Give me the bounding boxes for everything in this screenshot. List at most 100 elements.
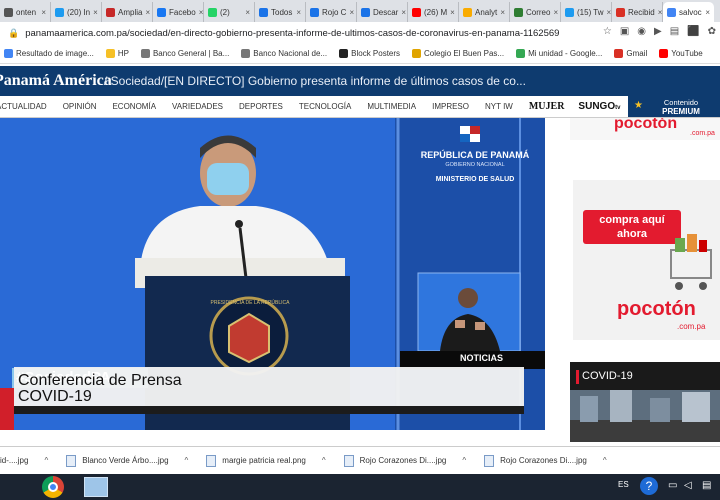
nav-item[interactable]: NYT IW xyxy=(485,102,513,111)
tab-label: Amplia xyxy=(118,7,143,17)
nav-item[interactable]: TECNOLOGÍA xyxy=(299,102,351,111)
extension-icon[interactable]: ▤ xyxy=(670,26,679,37)
nav-item[interactable]: DEPORTES xyxy=(239,102,283,111)
nav-item[interactable]: MULTIMEDIA xyxy=(367,102,416,111)
close-icon[interactable]: × xyxy=(500,8,505,17)
browser-tab[interactable]: (15) Tw × xyxy=(561,2,612,22)
download-item[interactable]: Rojo Corazones Di....jpg ^ xyxy=(343,454,466,467)
close-icon[interactable]: × xyxy=(296,8,301,17)
breadcrumb: / Sociedad/[EN DIRECTO] Gobierno present… xyxy=(104,74,526,88)
close-icon[interactable]: × xyxy=(705,8,710,17)
nav-item[interactable]: VARIEDADES xyxy=(172,102,223,111)
browser-tab[interactable]: Analyt × xyxy=(459,2,510,22)
bookmark-item[interactable]: HP xyxy=(105,49,129,58)
download-item[interactable]: Blanco Verde Árbo....jpg ^ xyxy=(66,454,189,467)
browser-tab[interactable]: Rojo C × xyxy=(306,2,357,22)
notification-icon[interactable]: ▤ xyxy=(702,480,711,491)
tab-label: (2) xyxy=(220,7,230,17)
bookmark-item[interactable]: Colegio El Buen Pas... xyxy=(412,49,504,58)
network-icon[interactable]: ▭ xyxy=(668,480,677,491)
extension-icon[interactable]: ▣ xyxy=(620,26,629,37)
bookmark-label: Resultado de image... xyxy=(16,49,94,58)
download-item[interactable]: Rojo Corazones Di....jpg ^ xyxy=(484,454,607,467)
extension-icon[interactable]: ✿ xyxy=(708,26,716,37)
chevron-up-icon[interactable]: ^ xyxy=(603,456,607,465)
nav-item[interactable]: IMPRESO xyxy=(432,102,469,111)
minsa-banner-line: REPÚBLICA DE PANAMÁ xyxy=(420,150,530,160)
close-icon[interactable]: × xyxy=(93,8,98,17)
download-filename: Blanco Verde Árbo....jpg xyxy=(82,456,169,465)
browser-tab[interactable]: (2) × xyxy=(204,2,255,22)
image-file-icon xyxy=(66,454,77,467)
close-icon[interactable]: × xyxy=(607,8,611,17)
chevron-up-icon[interactable]: ^ xyxy=(462,456,466,465)
close-icon[interactable]: × xyxy=(349,8,354,17)
address-bar[interactable]: 🔒 panamaamerica.com.pa/sociedad/en-direc… xyxy=(0,22,720,44)
close-icon[interactable]: × xyxy=(41,8,46,17)
mujer-logo[interactable]: MUJER xyxy=(529,101,565,112)
close-icon[interactable]: × xyxy=(145,8,150,17)
browser-tab[interactable]: Correo × xyxy=(510,2,561,22)
close-icon[interactable]: × xyxy=(199,8,203,17)
url-text[interactable]: panamaamerica.com.pa/sociedad/en-directo… xyxy=(25,28,559,39)
extension-icon[interactable]: ⬛ xyxy=(687,26,699,37)
close-icon[interactable]: × xyxy=(658,8,662,17)
browser-tab[interactable]: (26) M × xyxy=(408,2,459,22)
photos-taskbar-icon[interactable] xyxy=(84,477,108,497)
bookmark-item[interactable]: Mi unidad - Google... xyxy=(516,49,602,58)
ad-banner-top[interactable]: pocotón .com.pa xyxy=(570,118,720,140)
nav-item[interactable]: ACTUALIDAD xyxy=(0,102,47,111)
download-item[interactable]: margie patricia real.png ^ xyxy=(206,454,326,467)
extension-icon[interactable]: ◉ xyxy=(637,26,646,37)
nav-item[interactable]: OPINIÓN xyxy=(63,102,97,111)
tab-label: (15) Tw xyxy=(577,7,604,17)
extension-icon[interactable]: ▶ xyxy=(654,26,662,37)
browser-tab[interactable]: Descar × xyxy=(357,2,408,22)
chevron-up-icon[interactable]: ^ xyxy=(322,456,326,465)
volume-icon[interactable]: ◁ xyxy=(684,480,692,491)
tab-favicon-icon xyxy=(106,7,115,17)
covid-section-bar xyxy=(576,370,579,384)
bookmark-item[interactable]: Banco Nacional de... xyxy=(241,49,327,58)
close-icon[interactable]: × xyxy=(245,8,250,17)
star-icon[interactable]: ☆ xyxy=(603,26,612,37)
chrome-taskbar-icon[interactable] xyxy=(42,476,64,498)
close-icon[interactable]: × xyxy=(401,8,406,17)
star-icon: ★ xyxy=(634,100,643,111)
bookmark-item[interactable]: Block Posters xyxy=(339,49,400,58)
bookmark-item[interactable]: Banco General | Ba... xyxy=(140,49,229,58)
browser-tab[interactable]: Recibid × xyxy=(612,2,663,22)
download-filename: Rojo Corazones Di....jpg xyxy=(500,456,587,465)
premium-button[interactable]: ★ Contenido PREMIUM xyxy=(628,96,720,117)
close-icon[interactable]: × xyxy=(450,8,455,17)
nav-item[interactable]: ECONOMÍA xyxy=(112,102,156,111)
live-video-player[interactable]: REPÚBLICA DE PANAMÁ GOBIERNO NACIONAL MI… xyxy=(0,118,545,430)
image-file-icon xyxy=(206,454,217,467)
download-item[interactable]: vid-....jpg ^ xyxy=(0,456,48,465)
covid-section-title: COVID-19 xyxy=(582,370,633,382)
browser-tab[interactable]: Facebo × xyxy=(153,2,204,22)
site-logo[interactable]: Panamá América xyxy=(0,72,112,90)
bookmark-item[interactable]: Resultado de image... xyxy=(4,49,94,58)
sungo-logo[interactable]: SUNGOtv xyxy=(578,101,620,112)
bookmark-icon xyxy=(241,49,251,58)
download-filename: margie patricia real.png xyxy=(222,456,306,465)
lock-icon[interactable]: 🔒 xyxy=(8,28,19,39)
bookmark-item[interactable]: Gmail xyxy=(614,49,647,58)
chevron-up-icon[interactable]: ^ xyxy=(44,456,48,465)
browser-tab[interactable]: salvoc × xyxy=(663,2,714,22)
tab-label: Recibid xyxy=(628,7,655,17)
ad-banner-pocoton[interactable]: compra aquí ahora pocotón .com.pa xyxy=(573,180,720,340)
tab-label: Analyt xyxy=(475,7,498,17)
browser-tab[interactable]: Amplia × xyxy=(102,2,153,22)
help-icon[interactable]: ? xyxy=(640,477,658,495)
browser-tab[interactable]: Todos × xyxy=(255,2,306,22)
close-icon[interactable]: × xyxy=(553,8,558,17)
browser-tab[interactable]: (20) In × xyxy=(51,2,102,22)
bookmark-item[interactable]: YouTube xyxy=(659,49,703,58)
browser-tab[interactable]: onten × xyxy=(0,2,51,22)
chevron-up-icon[interactable]: ^ xyxy=(185,456,189,465)
browser-tab-strip: onten × (20) In × Amplia × Facebo × (2) × Todos × Ro… xyxy=(0,0,720,22)
covid-section[interactable]: COVID-19 xyxy=(570,362,720,442)
language-indicator[interactable]: ES xyxy=(618,480,629,489)
